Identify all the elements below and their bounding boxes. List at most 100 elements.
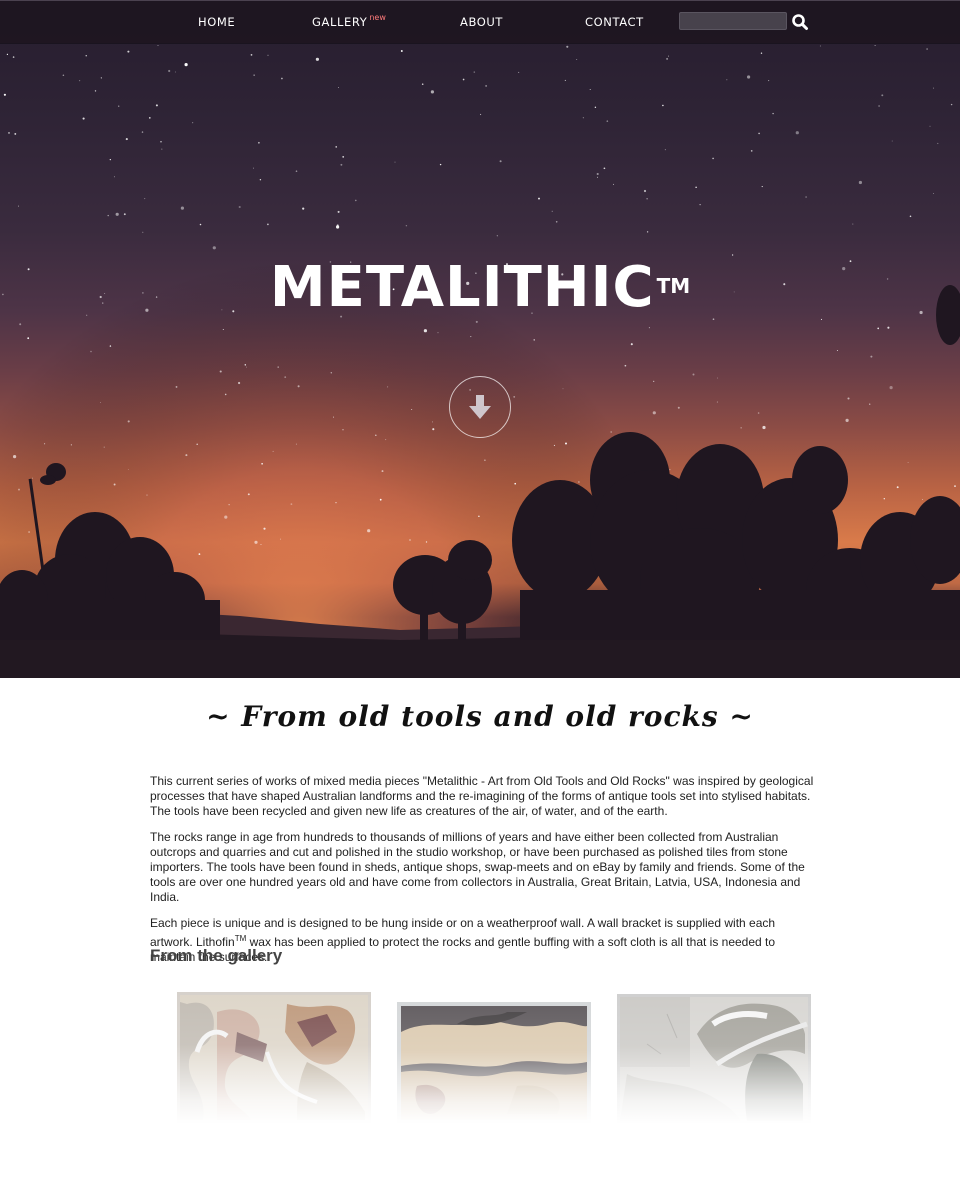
- thumbnail-fade: [397, 1002, 591, 1124]
- star: [338, 87, 339, 88]
- star: [425, 541, 428, 543]
- star: [266, 223, 269, 226]
- star: [27, 337, 30, 340]
- star: [185, 454, 188, 457]
- star: [85, 55, 87, 57]
- star: [340, 163, 343, 166]
- star: [514, 482, 517, 485]
- gallery-thumbnail-1[interactable]: [177, 992, 371, 1124]
- star: [439, 163, 442, 166]
- star: [643, 189, 647, 193]
- star: [238, 381, 241, 385]
- star: [174, 71, 176, 73]
- star: [648, 327, 650, 329]
- star: [896, 486, 899, 489]
- star: [141, 131, 144, 133]
- star: [883, 498, 885, 500]
- star: [115, 212, 119, 216]
- star: [267, 54, 269, 56]
- star: [652, 411, 656, 415]
- star: [858, 180, 863, 185]
- star: [421, 83, 424, 85]
- star: [712, 318, 715, 321]
- nav-item-about[interactable]: ABOUT: [460, 15, 503, 29]
- star: [118, 105, 120, 107]
- star: [379, 498, 382, 501]
- star: [624, 364, 627, 367]
- star: [336, 224, 339, 227]
- star: [699, 203, 701, 206]
- star: [878, 105, 880, 107]
- star: [669, 468, 671, 471]
- gallery-heading: From the gallery: [150, 946, 283, 965]
- star: [109, 159, 111, 161]
- star: [596, 176, 599, 178]
- star: [484, 459, 486, 462]
- star: [666, 57, 669, 60]
- star: [62, 74, 65, 77]
- gallery-thumbnail-2[interactable]: [397, 1002, 591, 1124]
- star: [664, 149, 666, 151]
- nav-item-gallery[interactable]: GALLERY new: [312, 13, 386, 29]
- star: [342, 156, 345, 158]
- star: [367, 529, 371, 533]
- star: [772, 112, 774, 115]
- star: [253, 167, 254, 169]
- star: [677, 406, 680, 409]
- thumbnail-fade: [617, 994, 811, 1124]
- search-input[interactable]: [679, 12, 787, 30]
- star: [909, 215, 912, 218]
- star: [142, 231, 144, 233]
- star: [610, 431, 613, 433]
- star: [887, 326, 890, 329]
- star: [533, 339, 535, 341]
- star: [6, 53, 9, 56]
- search-icon[interactable]: [791, 13, 809, 31]
- star: [144, 198, 146, 200]
- star: [462, 78, 465, 81]
- nav-item-contact[interactable]: CONTACT: [585, 15, 644, 29]
- star: [475, 320, 478, 323]
- star: [646, 198, 648, 200]
- star: [551, 210, 553, 212]
- star: [538, 197, 540, 200]
- star: [695, 186, 697, 189]
- star: [113, 176, 115, 178]
- star: [712, 157, 714, 160]
- star: [606, 120, 609, 122]
- star: [78, 79, 81, 82]
- thumbnail-fade: [177, 992, 371, 1124]
- star: [726, 79, 728, 81]
- star: [196, 443, 198, 446]
- star: [758, 132, 760, 135]
- star: [18, 488, 20, 491]
- star: [845, 418, 849, 422]
- star: [578, 481, 580, 483]
- nav-item-label: GALLERY: [312, 15, 368, 29]
- nav-item-home[interactable]: HOME: [198, 15, 235, 29]
- star: [662, 104, 664, 107]
- new-badge: new: [369, 13, 386, 22]
- star: [937, 142, 939, 145]
- star: [335, 146, 337, 148]
- star: [646, 231, 649, 233]
- hero-title: METALITHIC TM: [0, 258, 960, 318]
- star: [245, 366, 247, 368]
- star: [113, 483, 116, 486]
- star: [70, 444, 72, 446]
- star: [342, 429, 344, 431]
- star: [247, 493, 250, 496]
- star: [819, 45, 821, 47]
- star: [596, 172, 599, 176]
- gallery-thumbnail-3[interactable]: [617, 994, 811, 1124]
- star: [760, 52, 763, 54]
- scroll-down-button[interactable]: [449, 376, 511, 438]
- star: [762, 425, 766, 430]
- star: [219, 370, 222, 373]
- star: [668, 55, 669, 57]
- star: [613, 183, 615, 185]
- star: [337, 210, 340, 213]
- star: [954, 485, 956, 487]
- star: [518, 71, 520, 73]
- star: [411, 408, 413, 410]
